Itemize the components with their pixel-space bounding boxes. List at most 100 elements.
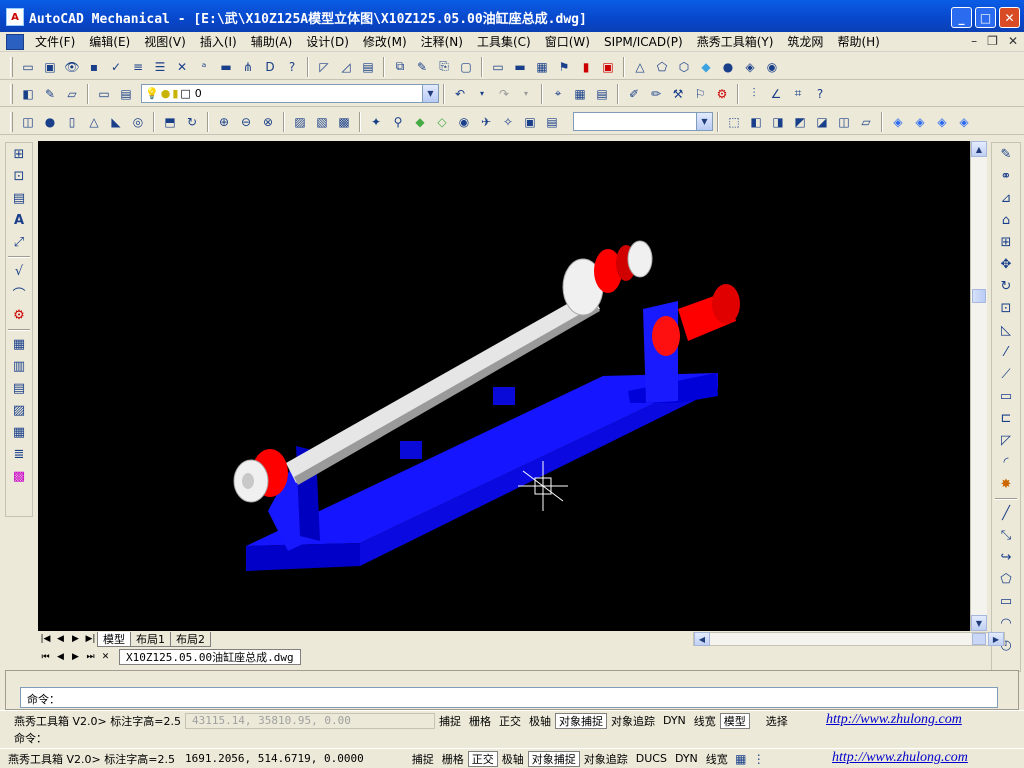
find-icon[interactable]: 👁: [62, 57, 82, 77]
hscroll-thumb[interactable]: [972, 633, 986, 645]
lines-icon[interactable]: ☰: [150, 57, 170, 77]
polygon-icon[interactable]: ⬠: [995, 569, 1017, 590]
menu-annotate[interactable]: 注释(N): [414, 33, 470, 50]
first-tab-icon[interactable]: |◀: [38, 632, 53, 646]
material2-icon[interactable]: ◇: [432, 112, 452, 132]
intersect-icon[interactable]: ⊗: [258, 112, 278, 132]
arc-icon[interactable]: ◠: [995, 613, 1017, 634]
scroll-thumb[interactable]: [972, 289, 986, 303]
chevron-down-icon[interactable]: ▼: [422, 85, 438, 102]
menu-yanxiu[interactable]: 燕秀工具箱(Y): [690, 33, 781, 50]
menu-insert[interactable]: 插入(I): [193, 33, 244, 50]
red-book-icon[interactable]: ▮: [576, 57, 596, 77]
paste-icon[interactable]: ⎘: [434, 57, 454, 77]
table-icon[interactable]: ▦: [532, 57, 552, 77]
status-menu-icon[interactable]: ⋮: [751, 751, 767, 767]
parts-icon[interactable]: ▨: [8, 400, 30, 421]
triangle-icon[interactable]: △: [630, 57, 650, 77]
walk-icon[interactable]: ✈: [476, 112, 496, 132]
hatch-icon[interactable]: ▦: [8, 334, 30, 355]
spellcheck-icon[interactable]: ✓: [106, 57, 126, 77]
surface-icon[interactable]: ⌒: [8, 283, 30, 304]
render-icon[interactable]: ◉: [762, 57, 782, 77]
scroll-down-icon[interactable]: ▼: [971, 615, 987, 631]
next-tab-icon[interactable]: ▶: [68, 632, 83, 646]
menu-zhulong[interactable]: 筑龙网: [780, 33, 830, 50]
weld-icon[interactable]: ⚙: [8, 305, 30, 326]
copy-object-icon[interactable]: ⚭: [995, 166, 1017, 187]
doc-close-button[interactable]: ✕: [1008, 34, 1018, 48]
document-tab[interactable]: X10Z125.05.00油缸座总成.dwg: [119, 648, 301, 665]
red-gear-icon[interactable]: ⚙: [712, 84, 732, 104]
explode-icon[interactable]: ✸: [995, 474, 1017, 495]
tab-layout2[interactable]: 布局2: [170, 631, 211, 647]
flag-icon[interactable]: ⚑: [554, 57, 574, 77]
symbol-icon[interactable]: ⌗: [788, 84, 808, 104]
layer-combo[interactable]: 💡 ● ▮ □ 0 ▼: [141, 84, 439, 103]
layer-states-icon[interactable]: ▱: [62, 84, 82, 104]
palette-icon[interactable]: ▩: [8, 466, 30, 487]
copy-icon[interactable]: ⧉: [390, 57, 410, 77]
coordinate-readout[interactable]: 43115.14, 35810.95, 0.00: [184, 712, 435, 729]
balloon-icon[interactable]: ⚐: [690, 84, 710, 104]
menu-edit[interactable]: 编辑(E): [82, 33, 137, 50]
scroll-right-icon[interactable]: ▶: [988, 632, 1004, 646]
menu-view[interactable]: 视图(V): [137, 33, 193, 50]
scale-icon[interactable]: ⊡: [995, 298, 1017, 319]
material-icon[interactable]: ◆: [410, 112, 430, 132]
dimension-icon[interactable]: ⌖: [548, 84, 568, 104]
check-icon[interactable]: √: [8, 261, 30, 282]
grid-toggle[interactable]: 栅格: [465, 713, 495, 729]
slice-icon[interactable]: ▧: [312, 112, 332, 132]
box-wire-icon[interactable]: ⬡: [674, 57, 694, 77]
abc-icon[interactable]: ᵃ: [194, 57, 214, 77]
drawing-viewport[interactable]: [38, 141, 970, 631]
qnew-icon[interactable]: ▣: [40, 57, 60, 77]
grid-toggle-bottom[interactable]: 栅格: [438, 751, 468, 767]
polyline-icon[interactable]: ↪: [995, 547, 1017, 568]
move-icon[interactable]: ✥: [995, 254, 1017, 275]
doc-close-icon[interactable]: ✕: [98, 650, 113, 664]
visual-style-combo[interactable]: ▼: [573, 112, 713, 131]
torus-icon[interactable]: ◎: [128, 112, 148, 132]
leader-icon[interactable]: ⤢: [8, 232, 30, 253]
cut-icon[interactable]: ✕: [172, 57, 192, 77]
ortho-toggle[interactable]: 正交: [495, 713, 525, 729]
array-icon[interactable]: ⊞: [995, 232, 1017, 253]
monitor-icon[interactable]: ▭: [488, 57, 508, 77]
scroll-left-icon[interactable]: ◀: [694, 632, 710, 646]
undo-icon[interactable]: ↶: [450, 84, 470, 104]
pline-icon[interactable]: ◸: [314, 57, 334, 77]
model-space-icon[interactable]: ▦: [733, 751, 749, 767]
save-icon[interactable]: ▪: [84, 57, 104, 77]
mtext-a-icon[interactable]: A: [8, 210, 30, 231]
camera-icon[interactable]: ◉: [454, 112, 474, 132]
view-top-icon[interactable]: ⬚: [724, 112, 744, 132]
redo-dropdown-icon[interactable]: ▾: [516, 84, 536, 104]
extend-icon[interactable]: ⟋: [995, 364, 1017, 385]
minimize-button[interactable]: _: [951, 7, 972, 28]
lineweight-toggle[interactable]: 线宽: [690, 713, 720, 729]
stretch-icon[interactable]: ◺: [995, 320, 1017, 341]
box-solid-icon[interactable]: ◆: [696, 57, 716, 77]
eraser-icon[interactable]: ◧: [18, 84, 38, 104]
brush-icon[interactable]: ✐: [624, 84, 644, 104]
new-icon[interactable]: ▭: [18, 57, 38, 77]
command-input[interactable]: 命令：: [20, 687, 998, 708]
nw-iso-icon[interactable]: ◈: [954, 112, 974, 132]
tree-icon[interactable]: ⋔: [238, 57, 258, 77]
join-icon[interactable]: ⊏: [995, 408, 1017, 429]
line-icon[interactable]: ╱: [995, 503, 1017, 524]
view-right-icon[interactable]: ◩: [790, 112, 810, 132]
chamfer-icon[interactable]: ◸: [995, 430, 1017, 451]
box-3d-icon[interactable]: ◫: [18, 112, 38, 132]
coordinate-readout-bottom[interactable]: 1691.2056, 514.6719, 0.0000: [179, 752, 370, 765]
snap-toggle[interactable]: 捕捉: [435, 713, 465, 729]
menu-file[interactable]: 文件(F): [28, 33, 82, 50]
layer-icon[interactable]: ✎: [40, 84, 60, 104]
subtract-icon[interactable]: ⊖: [236, 112, 256, 132]
break-icon[interactable]: ▭: [995, 386, 1017, 407]
wedge-icon[interactable]: ◣: [106, 112, 126, 132]
edit-icon[interactable]: ✎: [412, 57, 432, 77]
se-iso-icon[interactable]: ◈: [910, 112, 930, 132]
